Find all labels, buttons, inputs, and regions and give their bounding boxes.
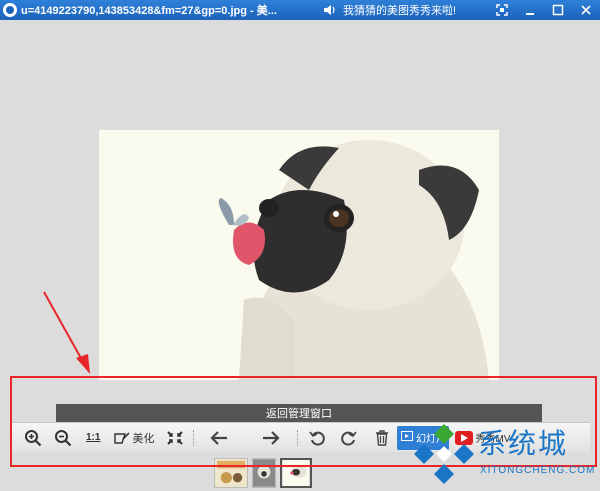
rotate-left-icon[interactable] <box>309 426 326 450</box>
next-arrow-icon[interactable] <box>261 426 281 450</box>
slideshow-icon <box>400 431 413 444</box>
window-title: u=4149223790,143853428&fm=27&gp=0.jpg - … <box>21 5 277 17</box>
thumbnail-1[interactable] <box>214 458 248 488</box>
slideshow-button[interactable]: 幻灯片 <box>397 425 450 450</box>
zoom-out-icon[interactable] <box>54 426 72 450</box>
beautify-button[interactable]: 美化 <box>114 426 154 450</box>
actual-size-button[interactable]: 1:1 <box>86 426 100 450</box>
thumbnail-3-selected[interactable] <box>280 458 312 488</box>
watermark-url: XITONGCHENG.COM <box>480 465 596 476</box>
beautify-label: 美化 <box>132 432 155 445</box>
thumbnail-strip <box>214 457 316 489</box>
close-button[interactable] <box>572 0 600 20</box>
prev-arrow-icon[interactable] <box>209 426 229 450</box>
mv-play-icon <box>455 430 474 445</box>
rotate-right-icon[interactable] <box>341 426 358 450</box>
slideshow-label: 幻灯片 <box>415 434 446 445</box>
beautify-icon <box>114 431 131 445</box>
viewer-toolbar: 1:1 美化 幻灯片 秀秀MV <box>10 422 590 452</box>
maximize-button[interactable] <box>544 0 572 20</box>
mv-label: 秀秀MV <box>475 434 511 445</box>
back-to-manager-button[interactable]: 返回管理窗口 <box>56 404 542 422</box>
delete-icon[interactable] <box>375 426 389 450</box>
thumbnail-2[interactable] <box>252 458 276 488</box>
speaker-icon[interactable] <box>323 4 337 16</box>
mv-button[interactable]: 秀秀MV <box>455 430 510 445</box>
marquee-text[interactable]: 我猜猜的美图秀秀来啦! <box>343 2 493 18</box>
toolbar-divider <box>193 429 195 446</box>
minimize-button[interactable] <box>516 0 544 20</box>
app-logo-icon <box>3 3 17 17</box>
title-bar: u=4149223790,143853428&fm=27&gp=0.jpg - … <box>0 0 600 20</box>
zoom-in-icon[interactable] <box>24 426 42 450</box>
shrink-icon[interactable] <box>166 426 184 450</box>
fullscreen-icon[interactable] <box>488 0 516 20</box>
main-photo[interactable] <box>99 130 499 380</box>
actual-size-label: 1:1 <box>86 432 101 443</box>
toolbar-divider <box>297 429 299 446</box>
